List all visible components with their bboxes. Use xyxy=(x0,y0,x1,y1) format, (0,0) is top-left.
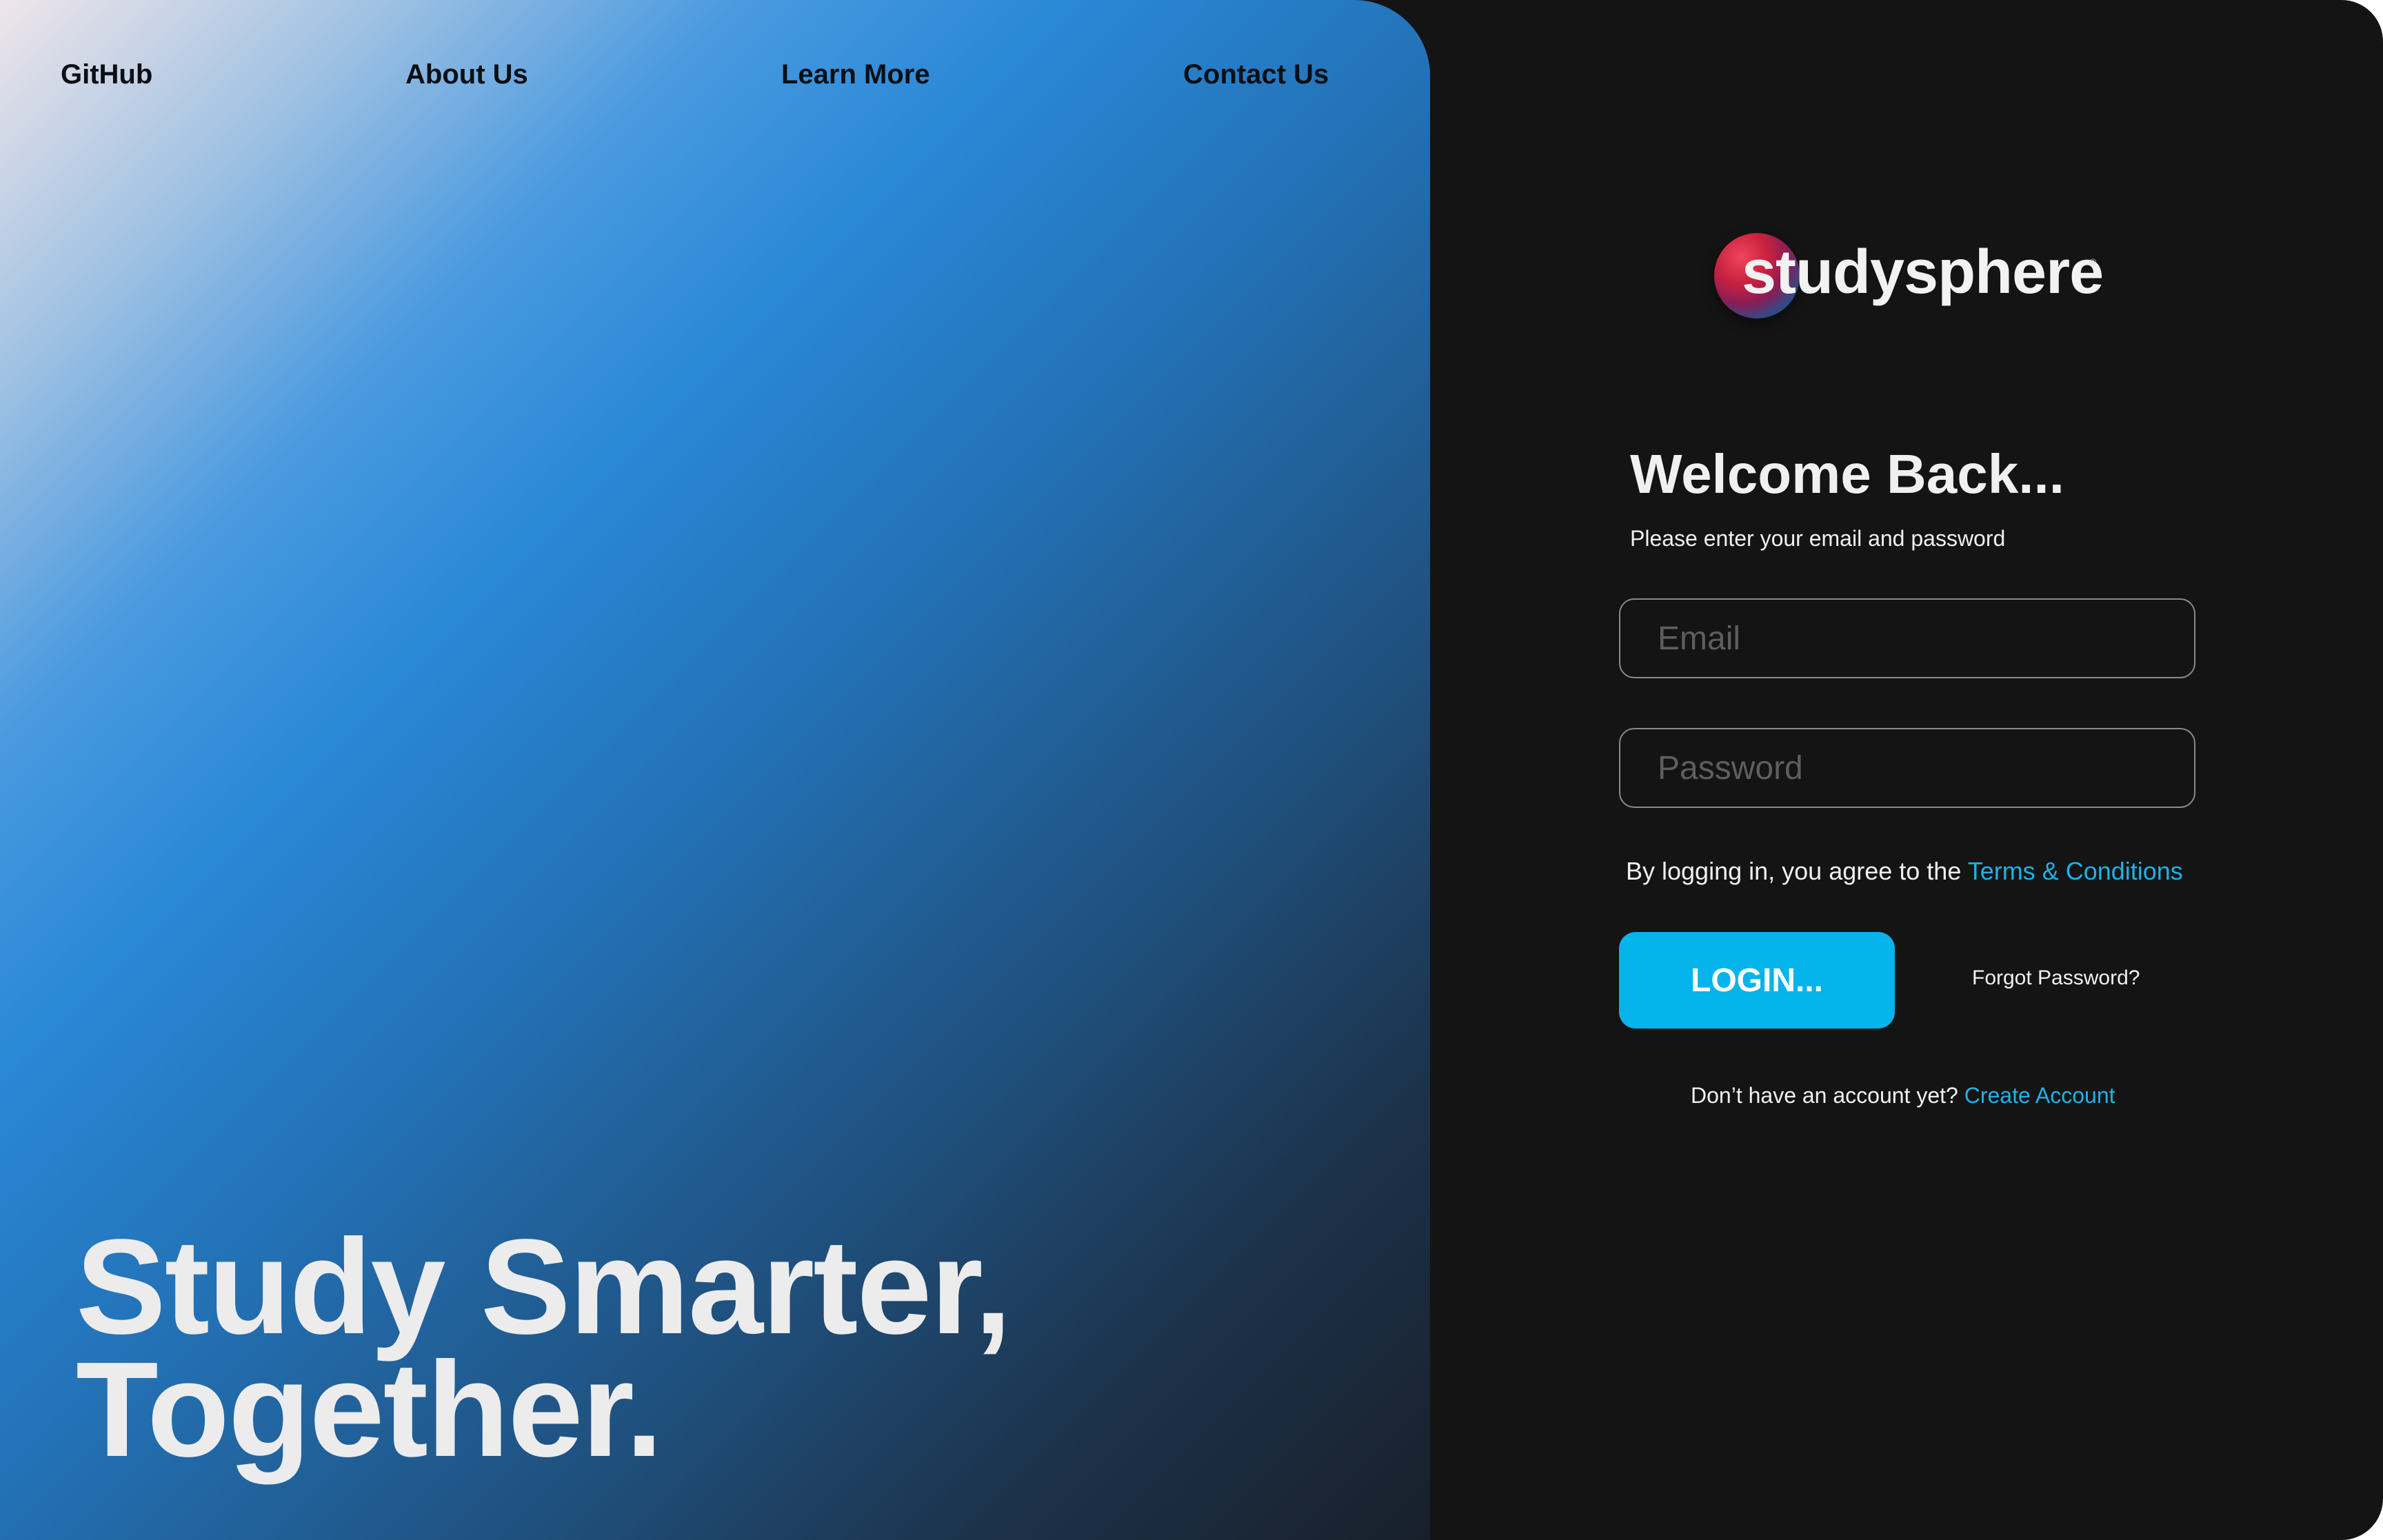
login-page: GitHub About Us Learn More Contact Us St… xyxy=(0,0,2383,1540)
signup-prefix: Don’t have an account yet? xyxy=(1691,1083,1964,1108)
create-account-link[interactable]: Create Account xyxy=(1964,1083,2115,1108)
nav-contact-link[interactable]: Contact Us xyxy=(1183,59,1329,90)
brand-name: studysphere xyxy=(1742,238,2104,307)
signup-prompt: Don’t have an account yet? Create Accoun… xyxy=(1691,1083,2115,1108)
studysphere-logo: studysphere ® xyxy=(1714,230,2104,320)
hero-panel: GitHub About Us Learn More Contact Us St… xyxy=(0,0,1430,1540)
hero-headline-line-1: Study Smarter, xyxy=(76,1211,1012,1362)
welcome-title: Welcome Back... xyxy=(1630,443,2064,505)
nav-learn-more-link[interactable]: Learn More xyxy=(781,59,930,90)
nav-about-link[interactable]: About Us xyxy=(405,59,528,90)
registered-mark: ® xyxy=(2089,256,2097,267)
hero-headline: Study Smarter, Together. xyxy=(76,1211,1012,1485)
login-subtitle: Please enter your email and password xyxy=(1630,526,2006,551)
nav-github-link[interactable]: GitHub xyxy=(61,59,152,90)
email-field[interactable] xyxy=(1619,598,2195,678)
terms-notice: By logging in, you agree to the Terms & … xyxy=(1626,857,2183,886)
hero-headline-line-2: Together. xyxy=(76,1334,663,1485)
terms-conditions-link[interactable]: Terms & Conditions xyxy=(1968,857,2183,885)
forgot-password-link[interactable]: Forgot Password? xyxy=(1972,966,2140,990)
password-field[interactable] xyxy=(1619,728,2195,808)
login-button[interactable]: LOGIN... xyxy=(1619,932,1895,1029)
terms-prefix: By logging in, you agree to the xyxy=(1626,857,1968,885)
